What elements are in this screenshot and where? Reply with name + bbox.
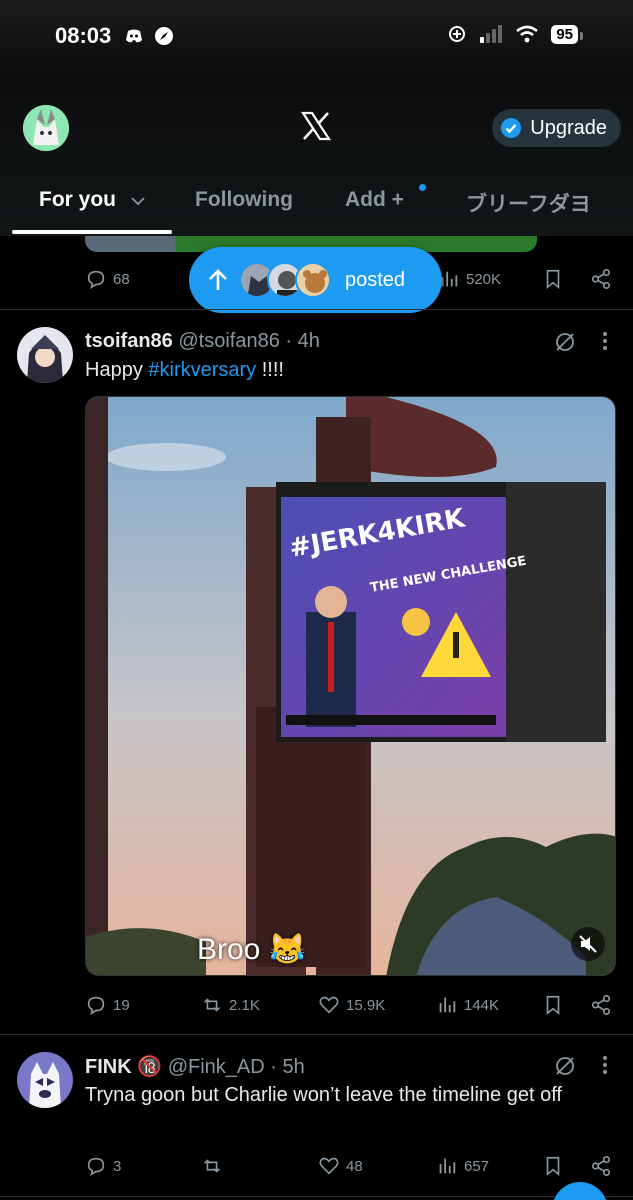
tweet-text: Tryna goon but Charlie won’t leave the t… [85,1084,562,1106]
tab-custom-list[interactable]: ブリーフダヨ [466,188,591,218]
views-button[interactable]: 144K [436,994,499,1016]
x-logo-icon[interactable] [300,110,332,142]
mute-button[interactable] [571,927,605,961]
repost-button[interactable] [201,1155,223,1177]
status-time: 08:03 [55,23,112,48]
timeline-tabs: For you Following Add + ブリーフダヨ [0,182,633,234]
divider [0,1034,633,1035]
video-caption: Broo 😹 [197,933,307,966]
views-button[interactable]: 657 [436,1155,489,1177]
verified-badge-icon [501,118,522,138]
bookmark-button[interactable] [542,1155,564,1177]
views-icon [439,997,456,1013]
repost-button[interactable]: 2.1K [201,994,260,1016]
muted-speaker-icon [579,935,597,953]
bookmark-button[interactable] [542,994,564,1016]
profile-avatar[interactable] [23,105,69,151]
tweet-video[interactable]: #JERK4KIRK THE NEW CHALLENGE Broo 😹 [85,396,616,976]
reply-icon [87,996,105,1015]
wifi-icon [516,25,539,43]
active-tab-indicator [12,230,172,234]
tweet-header: tsoifan86 @tsoifan86 · 4h [85,330,320,353]
upgrade-button[interactable]: Upgrade [492,109,621,147]
pill-avatars [239,262,331,298]
reply-button[interactable]: 19 [85,994,130,1016]
reply-icon [87,270,105,289]
bookmark-button[interactable] [542,268,564,290]
divider [0,309,633,310]
tweet1-actions: 19 2.1K 15.9K 144K [0,994,633,1024]
status-bar: 08:03 95 [0,0,633,74]
tweet2-actions: 3 48 657 [0,1155,633,1185]
more-options-icon[interactable] [602,331,608,351]
pill-label: posted [345,268,406,291]
tweet-header: FINK 🔞 @Fink_AD · 5h [85,1054,305,1079]
discord-icon [126,29,142,43]
avatar[interactable] [17,1052,73,1108]
arrow-up-icon [209,269,227,290]
hashtag-link[interactable]: #kirkversary [148,359,256,381]
share-icon [591,995,611,1015]
tab-add[interactable]: Add + [345,188,404,212]
heart-icon [319,1157,339,1175]
bookmark-icon [546,995,560,1016]
views-icon [439,1158,456,1174]
repost-icon [204,998,220,1012]
location-icon [449,26,466,42]
avatar[interactable] [17,327,73,383]
author-handle[interactable]: @Fink_AD · 5h [168,1056,305,1078]
tab-for-you[interactable]: For you [39,188,146,212]
grok-icon[interactable] [554,1055,576,1077]
share-icon [591,1156,611,1176]
video-frame: #JERK4KIRK THE NEW CHALLENGE [86,397,615,975]
views-button[interactable]: 520K [438,268,501,290]
bookmark-icon [546,269,560,290]
chevron-down-icon [131,197,145,206]
bookmark-icon [546,1156,560,1177]
status-icons: 95 [447,24,583,44]
navigation-icon [155,27,173,45]
avatar [295,262,331,298]
signal-icon [480,25,503,43]
author-handle[interactable]: @tsoifan86 · 4h [178,330,320,352]
tab-following[interactable]: Following [195,188,293,212]
divider [0,1196,633,1197]
grok-icon[interactable] [554,331,576,353]
reply-button[interactable]: 68 [85,268,130,290]
new-posts-pill[interactable]: posted [189,247,442,313]
share-button[interactable] [590,1155,612,1177]
tweet-text: Happy #kirkversary !!!! [85,359,284,381]
heart-icon [319,996,339,1014]
share-button[interactable] [590,994,612,1016]
author-name[interactable]: FINK 🔞 [85,1056,162,1078]
upgrade-label: Upgrade [530,116,607,139]
top-header: Upgrade For you Following Add + ブリーフダヨ [0,74,633,236]
battery-indicator: 95 [551,24,583,44]
notification-dot [419,184,426,191]
like-button[interactable]: 48 [318,1155,363,1177]
like-button[interactable]: 15.9K [318,994,385,1016]
reply-icon [87,1157,105,1176]
share-button[interactable] [590,268,612,290]
reply-button[interactable]: 3 [85,1155,121,1177]
repost-icon [204,1159,220,1173]
author-name[interactable]: tsoifan86 [85,330,173,352]
more-options-icon[interactable] [602,1055,608,1075]
share-icon [591,269,611,289]
